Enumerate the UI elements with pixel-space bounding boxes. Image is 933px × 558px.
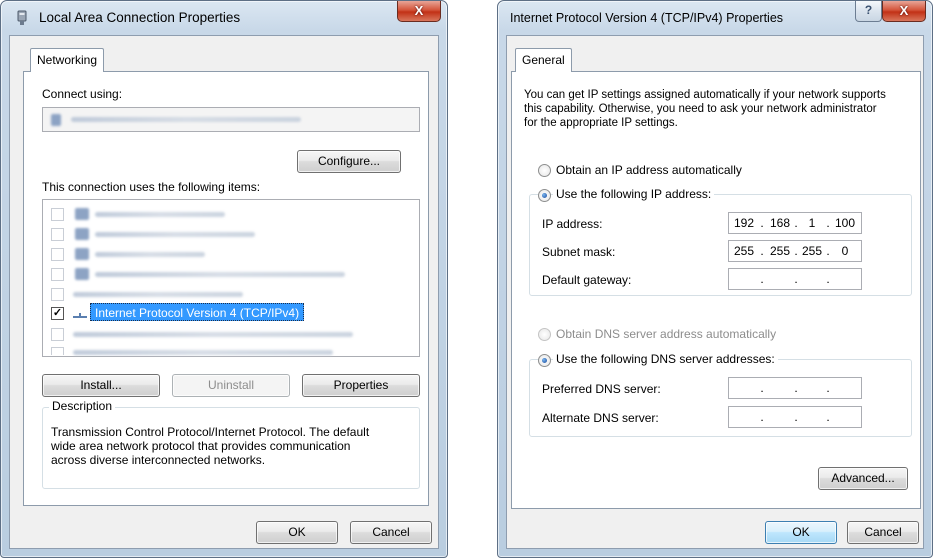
use-following-dns-radio[interactable] [538, 354, 551, 367]
subnet-mask-input[interactable]: 255 . 255 . 255 . 0 [728, 240, 862, 262]
dialog-client-area: Networking Connect using: Configure... T… [9, 35, 439, 549]
item-label-blurred [73, 332, 353, 337]
obtain-dns-auto-label[interactable]: Obtain DNS server address automatically [556, 327, 776, 341]
obtain-ip-auto-label[interactable]: Obtain an IP address automatically [556, 163, 742, 177]
dns-group: Use the following DNS server addresses: … [529, 352, 912, 437]
item-icon [75, 268, 89, 280]
items-list[interactable]: ✓ Internet Protocol Version 4 (TCP/IPv4) [42, 199, 420, 357]
alternate-dns-label: Alternate DNS server: [542, 411, 659, 425]
item-icon [75, 248, 89, 260]
help-button[interactable]: ? [855, 1, 882, 22]
configure-button[interactable]: Configure... [297, 150, 401, 173]
local-area-connection-dialog: Local Area Connection Properties X Netwo… [0, 0, 448, 558]
obtain-ip-auto-radio[interactable] [538, 164, 551, 177]
item-checkbox[interactable] [51, 208, 64, 221]
title-bar[interactable]: Internet Protocol Version 4 (TCP/IPv4) P… [498, 1, 932, 35]
item-icon [75, 208, 89, 220]
item-label-blurred [95, 272, 345, 277]
cancel-button[interactable]: Cancel [847, 521, 919, 544]
static-ip-group: Use the following IP address: IP address… [529, 187, 912, 296]
ok-button[interactable]: OK [256, 521, 338, 544]
item-label-blurred [95, 212, 225, 217]
ip-address-label: IP address: [542, 217, 603, 231]
item-label-blurred [73, 292, 243, 297]
use-following-ip-label[interactable]: Use the following IP address: [553, 187, 715, 201]
close-button[interactable]: X [397, 1, 441, 22]
protocol-icon [73, 313, 87, 318]
intro-line-2: this capability. Otherwise, you need to … [524, 103, 877, 115]
alternate-dns-input[interactable]: . . . [728, 406, 862, 428]
default-gateway-input[interactable]: . . . [728, 268, 862, 290]
ok-button[interactable]: OK [765, 521, 837, 544]
items-label: This connection uses the following items… [42, 180, 261, 194]
use-following-dns-label[interactable]: Use the following DNS server addresses: [553, 352, 778, 366]
description-line-1: Transmission Control Protocol/Internet P… [51, 425, 370, 439]
tab-general[interactable]: General [515, 48, 572, 72]
description-group: Description Transmission Control Protoco… [42, 399, 420, 489]
use-following-ip-radio[interactable] [538, 189, 551, 202]
item-checkbox[interactable] [51, 347, 64, 355]
adapter-field [42, 107, 420, 132]
dialog-title: Local Area Connection Properties [39, 10, 241, 25]
description-line-3: across diverse interconnected networks. [51, 453, 266, 467]
description-line-2: wide area network protocol that provides… [51, 439, 351, 453]
network-adapter-icon [17, 10, 27, 25]
title-bar[interactable]: Local Area Connection Properties X [1, 1, 447, 35]
preferred-dns-label: Preferred DNS server: [542, 382, 661, 396]
properties-button[interactable]: Properties [302, 374, 420, 397]
tab-networking[interactable]: Networking [30, 48, 105, 72]
advanced-button[interactable]: Advanced... [818, 467, 908, 490]
item-checkbox[interactable] [51, 288, 64, 301]
item-label-blurred [95, 232, 255, 237]
close-button[interactable]: X [882, 1, 926, 22]
subnet-mask-label: Subnet mask: [542, 245, 616, 259]
intro-line-3: for the appropriate IP settings. [524, 117, 678, 129]
dialog-client-area: General You can get IP settings assigned… [506, 35, 924, 549]
adapter-name-blurred [71, 117, 301, 122]
item-checkbox-ipv4[interactable]: ✓ [51, 307, 64, 320]
general-tab-panel: You can get IP settings assigned automat… [511, 71, 921, 509]
uninstall-button[interactable]: Uninstall [172, 374, 290, 397]
dialog-title: Internet Protocol Version 4 (TCP/IPv4) P… [510, 11, 784, 25]
connect-using-label: Connect using: [42, 87, 123, 101]
obtain-dns-auto-radio[interactable] [538, 328, 551, 341]
default-gateway-label: Default gateway: [542, 273, 632, 287]
description-label: Description [49, 399, 116, 413]
cancel-button[interactable]: Cancel [350, 521, 432, 544]
item-checkbox[interactable] [51, 328, 64, 341]
ipv4-properties-dialog: Internet Protocol Version 4 (TCP/IPv4) P… [497, 0, 933, 558]
preferred-dns-input[interactable]: . . . [728, 377, 862, 399]
item-label-blurred [73, 350, 333, 355]
intro-line-1: You can get IP settings assigned automat… [524, 89, 886, 101]
ip-address-input[interactable]: 192 . 168 . 1 . 100 [728, 212, 862, 234]
item-checkbox[interactable] [51, 268, 64, 281]
selected-item-ipv4[interactable]: Internet Protocol Version 4 (TCP/IPv4) [90, 303, 305, 321]
networking-tab-panel: Connect using: Configure... This connect… [23, 71, 429, 506]
item-label-blurred [95, 252, 205, 257]
item-icon [75, 228, 89, 240]
adapter-icon [51, 114, 61, 126]
item-checkbox[interactable] [51, 228, 64, 241]
install-button[interactable]: Install... [42, 374, 160, 397]
item-checkbox[interactable] [51, 248, 64, 261]
